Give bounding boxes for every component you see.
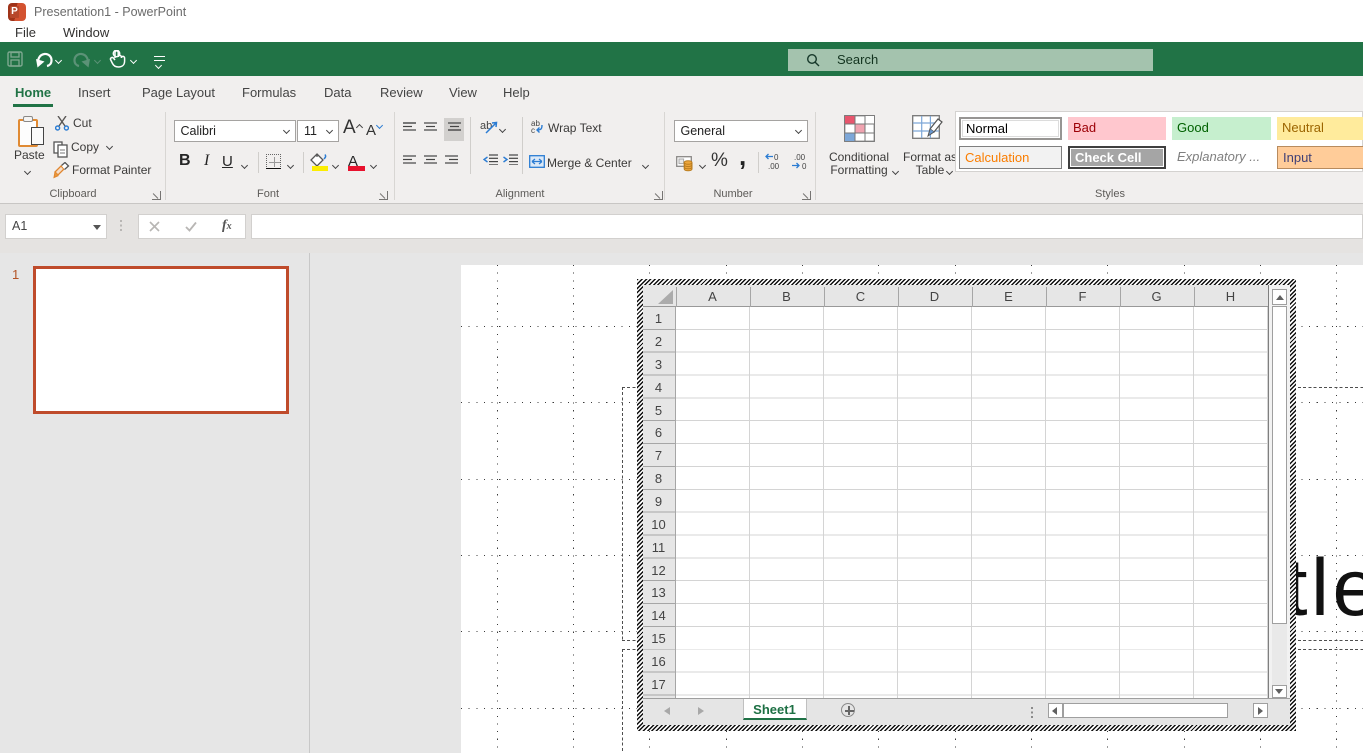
svg-text:.00: .00	[768, 162, 780, 170]
svg-text:.00: .00	[794, 153, 806, 162]
svg-text:c: c	[531, 126, 535, 134]
svg-text:0: 0	[774, 153, 779, 162]
svg-text:0: 0	[802, 162, 807, 170]
